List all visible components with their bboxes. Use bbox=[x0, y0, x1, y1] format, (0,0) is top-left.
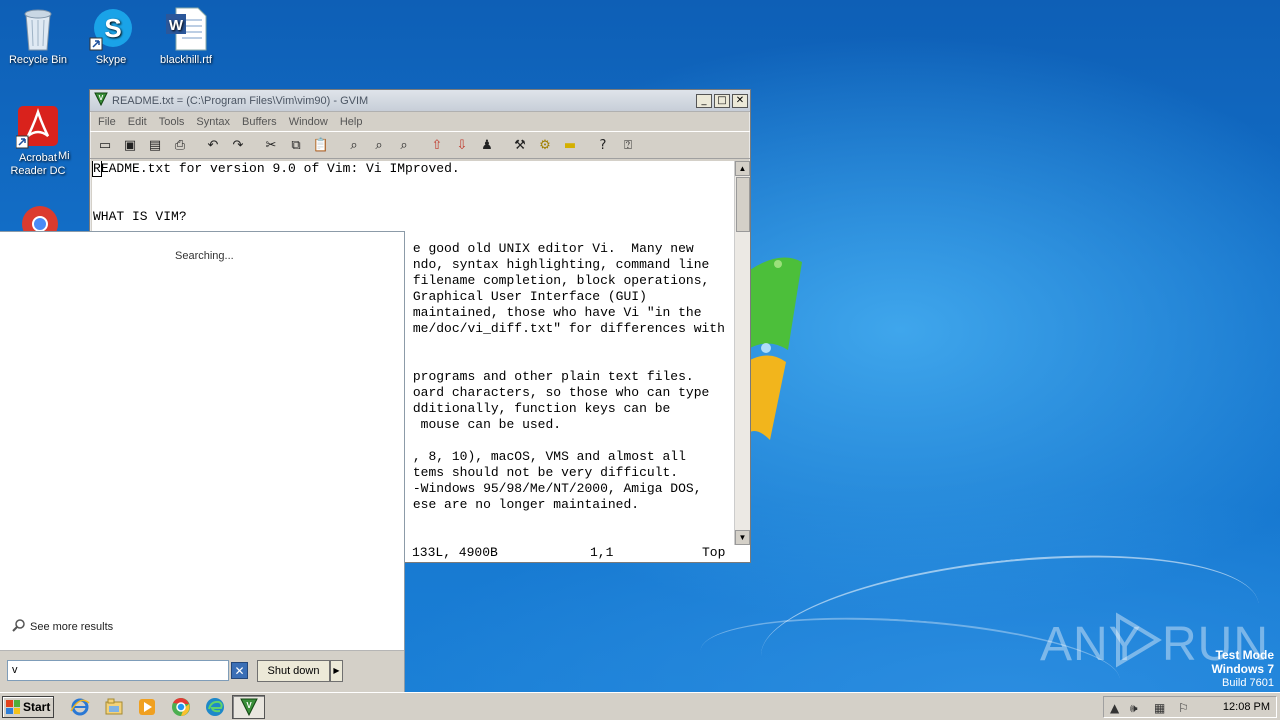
run-script-icon[interactable]: ♟ bbox=[476, 134, 498, 156]
start-button[interactable]: Start bbox=[2, 696, 54, 718]
taskbar: Start V ▲ 🕪 ▦ ⚐ 12:08 PM bbox=[0, 692, 1280, 720]
start-search-input[interactable]: v bbox=[7, 660, 229, 681]
save-session-icon[interactable]: ⇩ bbox=[451, 134, 473, 156]
svg-text:W: W bbox=[169, 17, 184, 34]
menu-file[interactable]: File bbox=[92, 116, 122, 128]
skype-icon: S bbox=[89, 6, 133, 51]
internet-explorer-icon[interactable] bbox=[70, 697, 90, 717]
chrome-icon[interactable] bbox=[171, 697, 191, 717]
redo-icon[interactable]: ↷ bbox=[227, 134, 249, 156]
run-shell-icon[interactable]: ⚙ bbox=[534, 134, 556, 156]
searching-text: Searching... bbox=[175, 250, 234, 262]
see-more-label: See more results bbox=[30, 620, 114, 633]
gvim-title: README.txt = (C:\Program Files\Vim\vim90… bbox=[112, 94, 369, 107]
text-line: README.txt for version 9.0 of Vim: Vi IM… bbox=[92, 161, 460, 177]
desktop-icon-skype[interactable]: S Skype bbox=[73, 6, 149, 67]
search-icon bbox=[12, 618, 26, 635]
find-prev-icon[interactable]: ⌕ bbox=[393, 134, 415, 156]
text-cursor: R bbox=[92, 161, 102, 177]
save-icon[interactable]: ▣ bbox=[119, 134, 141, 156]
desktop-icon-acrobat[interactable]: Acrobat Reader DC bbox=[0, 104, 76, 178]
network-icon[interactable]: ▦ bbox=[1154, 701, 1165, 715]
recycle-bin-icon bbox=[16, 6, 60, 51]
clock[interactable]: 12:08 PM bbox=[1223, 701, 1270, 713]
menu-edit[interactable]: Edit bbox=[122, 116, 153, 128]
gvim-app-icon: V bbox=[94, 92, 108, 109]
start-label: Start bbox=[23, 700, 51, 714]
desktop-icon-recycle-bin[interactable]: Recycle Bin bbox=[0, 6, 76, 67]
save-all-icon[interactable]: ▤ bbox=[144, 134, 166, 156]
close-button[interactable]: ✕ bbox=[732, 93, 748, 108]
undo-icon[interactable]: ↶ bbox=[202, 134, 224, 156]
status-file-size: 133L, 4900B bbox=[412, 545, 498, 560]
find-replace-icon[interactable]: ⌕ bbox=[343, 134, 365, 156]
desktop-icon-label: Mi bbox=[58, 150, 70, 162]
see-more-results-link[interactable]: See more results bbox=[12, 618, 113, 635]
text-line bbox=[93, 193, 734, 209]
menu-window[interactable]: Window bbox=[283, 116, 334, 128]
system-tray: ▲ 🕪 ▦ ⚐ 12:08 PM bbox=[1103, 696, 1277, 718]
gvim-vertical-scrollbar[interactable]: ▲ ▼ bbox=[734, 161, 750, 545]
help-icon[interactable]: ? bbox=[592, 134, 614, 156]
scroll-down-arrow[interactable]: ▼ bbox=[735, 530, 750, 545]
minimize-button[interactable]: _ bbox=[696, 93, 712, 108]
menu-tools[interactable]: Tools bbox=[153, 116, 191, 128]
load-session-icon[interactable]: ⇧ bbox=[426, 134, 448, 156]
explorer-icon[interactable] bbox=[104, 697, 124, 717]
paste-icon[interactable]: 📋 bbox=[310, 134, 332, 156]
build-line: Build 7601 bbox=[1222, 677, 1274, 689]
text-line bbox=[93, 177, 734, 193]
word-document-icon: W bbox=[164, 6, 208, 51]
volume-icon[interactable]: 🕪 bbox=[1130, 701, 1138, 716]
scroll-up-arrow[interactable]: ▲ bbox=[735, 161, 750, 176]
menu-syntax[interactable]: Syntax bbox=[190, 116, 236, 128]
make-icon[interactable]: ⚒ bbox=[509, 134, 531, 156]
gvim-toolbar: ▭ ▣ ▤ ⎙ ↶ ↷ ✂ ⧉ 📋 ⌕ ⌕ ⌕ ⇧ ⇩ ♟ ⚒ ⚙ ▬ ? ⍰ bbox=[90, 131, 750, 159]
desktop-icon-label: blackhill.rtf bbox=[160, 54, 212, 66]
start-menu-bottom-bar: v ✕ Shut down ▶ bbox=[0, 650, 404, 692]
find-next-icon[interactable]: ⌕ bbox=[368, 134, 390, 156]
maximize-button[interactable]: □ bbox=[714, 93, 730, 108]
menu-buffers[interactable]: Buffers bbox=[236, 116, 283, 128]
clear-search-icon[interactable]: ✕ bbox=[231, 662, 248, 679]
svg-text:V: V bbox=[99, 95, 104, 102]
desktop-icon-partial[interactable]: Mi bbox=[58, 150, 88, 163]
gvim-titlebar[interactable]: V README.txt = (C:\Program Files\Vim\vim… bbox=[90, 90, 750, 112]
print-icon[interactable]: ⎙ bbox=[169, 134, 191, 156]
action-center-flag-icon[interactable]: ⚐ bbox=[1178, 701, 1189, 715]
tags-icon[interactable]: ▬ bbox=[559, 134, 581, 156]
show-hidden-icons-icon[interactable]: ▲ bbox=[1110, 701, 1119, 715]
chrome-desktop-icon-partial[interactable] bbox=[20, 204, 60, 234]
svg-text:S: S bbox=[104, 13, 121, 43]
desktop-icon-label: Recycle Bin bbox=[8, 54, 68, 66]
status-cursor-position: 1,1 bbox=[590, 545, 614, 560]
gvim-icon: V bbox=[240, 698, 258, 716]
media-player-icon[interactable] bbox=[137, 697, 157, 717]
start-menu: Searching... See more results v ✕ Shut d… bbox=[0, 231, 405, 692]
desktop-icon-blackhill[interactable]: W blackhill.rtf bbox=[148, 6, 224, 67]
cut-icon[interactable]: ✂ bbox=[260, 134, 282, 156]
desktop: Recycle Bin S Skype W blackhill.rtf Acro… bbox=[0, 0, 1280, 692]
open-icon[interactable]: ▭ bbox=[94, 134, 116, 156]
gvim-menubar: File Edit Tools Syntax Buffers Window He… bbox=[90, 112, 750, 131]
shutdown-button[interactable]: Shut down bbox=[257, 660, 330, 682]
status-scroll-position: Top bbox=[702, 545, 726, 560]
shutdown-options-arrow-icon[interactable]: ▶ bbox=[330, 660, 343, 682]
desktop-icon-label: Skype bbox=[95, 54, 127, 66]
find-help-icon[interactable]: ⍰ bbox=[617, 134, 639, 156]
windows-version-line: Windows 7 bbox=[1211, 662, 1274, 676]
acrobat-icon bbox=[15, 104, 60, 149]
test-mode-line: Test Mode bbox=[1215, 648, 1274, 662]
test-mode-label: Test Mode Windows 7 Build 7601 bbox=[1211, 648, 1274, 690]
copy-icon[interactable]: ⧉ bbox=[285, 134, 307, 156]
text-line: WHAT IS VIM? bbox=[93, 209, 187, 224]
menu-help[interactable]: Help bbox=[334, 116, 369, 128]
svg-text:ANY: ANY bbox=[1040, 618, 1142, 671]
scroll-thumb[interactable] bbox=[736, 177, 750, 232]
taskbar-gvim-button[interactable]: V bbox=[232, 695, 265, 719]
edge-icon[interactable] bbox=[205, 697, 225, 717]
windows-flag-icon bbox=[6, 700, 20, 714]
svg-text:V: V bbox=[246, 701, 252, 710]
